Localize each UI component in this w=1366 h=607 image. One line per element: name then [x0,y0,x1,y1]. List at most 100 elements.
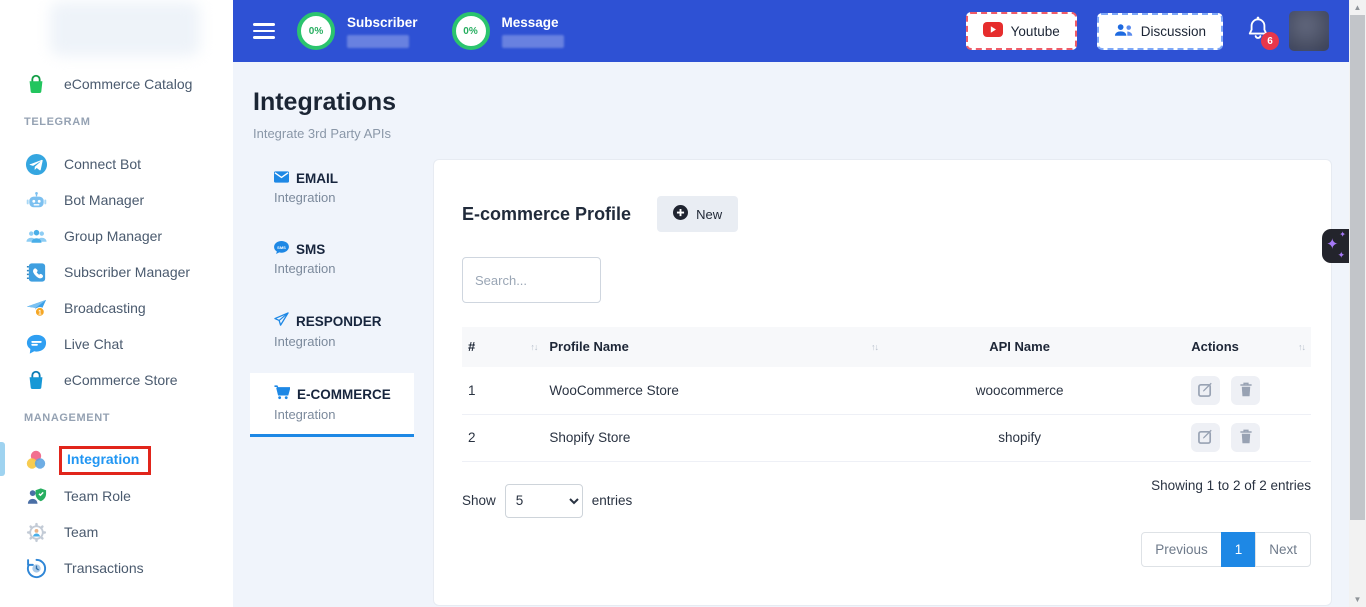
message-stat: 0% Message [452,12,564,50]
delete-button[interactable] [1231,423,1260,452]
paper-plane-icon: 1 [24,296,48,320]
sidebar-item-label: Subscriber Manager [64,264,190,280]
tab-title: SMS [296,242,325,257]
svg-text:SMS: SMS [277,245,286,250]
cart-icon [274,385,290,403]
actions-cell [1155,367,1311,414]
sidebar-item-transactions[interactable]: Transactions [0,550,233,586]
tab-email-integration[interactable]: EMAIL Integration [250,159,414,217]
chat-bubble-icon [24,332,48,356]
api-name-cell: shopify [884,414,1155,461]
active-item-indicator [0,442,5,476]
sidebar-item-subscriber-manager[interactable]: Subscriber Manager [0,254,233,290]
gear-person-icon [24,520,48,544]
telegram-icon [24,152,48,176]
tab-sms-integration[interactable]: SMS SMS Integration [250,229,414,288]
edit-button[interactable] [1191,376,1220,405]
sidebar-item-integration[interactable]: Integration [0,442,233,478]
tab-subtitle: Integration [274,334,414,349]
robot-icon [24,188,48,212]
card-title: E-commerce Profile [462,204,631,225]
sidebar-item-label: Team [64,524,98,540]
scroll-up-arrow-icon[interactable]: ▲ [1349,0,1366,15]
delete-button[interactable] [1231,376,1260,405]
color-circles-icon [24,448,48,472]
users-icon [1114,23,1133,40]
youtube-icon [983,22,1003,40]
sidebar-item-label: Group Manager [64,228,162,244]
showing-entries-text: Showing 1 to 2 of 2 entries [1151,478,1311,493]
show-label: Show [462,493,496,508]
app-logo [50,2,200,56]
actions-cell [1155,414,1311,461]
message-stat-value-blurred [502,35,564,48]
sidebar-item-label: Bot Manager [64,192,144,208]
discussion-button-label: Discussion [1141,24,1206,39]
topbar: 0% Subscriber 0% Message Youtube Discuss… [233,0,1349,62]
search-input[interactable] [462,257,601,303]
page-1-button[interactable]: 1 [1221,532,1257,567]
ecommerce-profile-card: E-commerce Profile New #↑↓ [433,159,1332,606]
scrollbar-thumb[interactable] [1350,15,1365,520]
sidebar-item-label: Transactions [64,560,144,576]
sms-bubble-icon: SMS [274,241,289,257]
tab-title: RESPONDER [296,314,382,329]
edit-button[interactable] [1191,423,1220,452]
sidebar-item-team[interactable]: Team [0,514,233,550]
next-page-button[interactable]: Next [1255,532,1311,567]
sidebar-item-bot-manager[interactable]: Bot Manager [0,182,233,218]
notifications-button[interactable]: 6 [1247,16,1269,46]
user-avatar[interactable] [1289,11,1329,51]
tab-title: EMAIL [296,171,338,186]
tab-subtitle: Integration [274,190,414,205]
sidebar: eCommerce Catalog TELEGRAM Connect Bot B… [0,0,233,607]
tab-subtitle: Integration [274,261,414,276]
trash-icon [1239,382,1253,400]
entries-label: entries [592,493,633,508]
subscriber-stat-label: Subscriber [347,15,418,30]
subscriber-stat: 0% Subscriber [297,12,418,50]
sidebar-item-label: Connect Bot [64,156,141,172]
trash-icon [1239,429,1253,447]
page-size-select[interactable]: 5 [505,484,583,518]
sidebar-item-label: Live Chat [64,336,123,352]
youtube-button-label: Youtube [1011,24,1060,39]
column-header-profile-name[interactable]: Profile Name↑↓ [543,327,884,367]
tab-responder-integration[interactable]: RESPONDER Integration [250,300,414,361]
sidebar-item-ecommerce-catalog[interactable]: eCommerce Catalog [0,66,233,102]
shopping-bag-green-icon [24,72,48,96]
sidebar-item-broadcasting[interactable]: 1 Broadcasting [0,290,233,326]
scroll-down-arrow-icon[interactable]: ▼ [1349,592,1366,607]
youtube-button[interactable]: Youtube [966,12,1077,50]
tab-subtitle: Integration [274,407,414,422]
sidebar-item-label: eCommerce Catalog [64,76,192,92]
sidebar-item-group-manager[interactable]: Group Manager [0,218,233,254]
send-plane-icon [274,312,289,330]
column-header-actions[interactable]: Actions↑↓ [1155,327,1311,367]
sidebar-item-team-role[interactable]: Team Role [0,478,233,514]
sort-icon: ↑↓ [530,342,537,352]
discussion-button[interactable]: Discussion [1097,13,1223,50]
sort-icon: ↑↓ [871,342,878,352]
message-progress-ring: 0% [452,12,490,50]
sidebar-item-connect-bot[interactable]: Connect Bot [0,146,233,182]
tab-ecommerce-integration[interactable]: E-COMMERCE Integration [250,373,414,437]
shopping-bag-blue-icon [24,368,48,392]
previous-page-button[interactable]: Previous [1141,532,1222,567]
ai-assistant-button[interactable]: ✦ ✦ ✦ [1322,229,1349,263]
main-content: Integrations Integrate 3rd Party APIs EM… [233,62,1349,607]
svg-text:1: 1 [38,309,42,316]
person-shield-icon [24,484,48,508]
profile-name-cell: Shopify Store [543,414,884,461]
hamburger-menu-icon[interactable] [253,23,275,39]
new-profile-button[interactable]: New [657,196,738,232]
profile-name-cell: WooCommerce Store [543,367,884,414]
row-number: 1 [462,367,543,414]
vertical-scrollbar[interactable]: ▲ ▼ [1349,0,1366,607]
column-header-api-name[interactable]: API Name [884,327,1155,367]
sidebar-item-ecommerce-store[interactable]: eCommerce Store [0,362,233,398]
column-header-num[interactable]: #↑↓ [462,327,543,367]
sparkle-small-icon: ✦ [1339,230,1346,239]
sidebar-item-live-chat[interactable]: Live Chat [0,326,233,362]
sidebar-item-label: Integration [67,451,139,467]
